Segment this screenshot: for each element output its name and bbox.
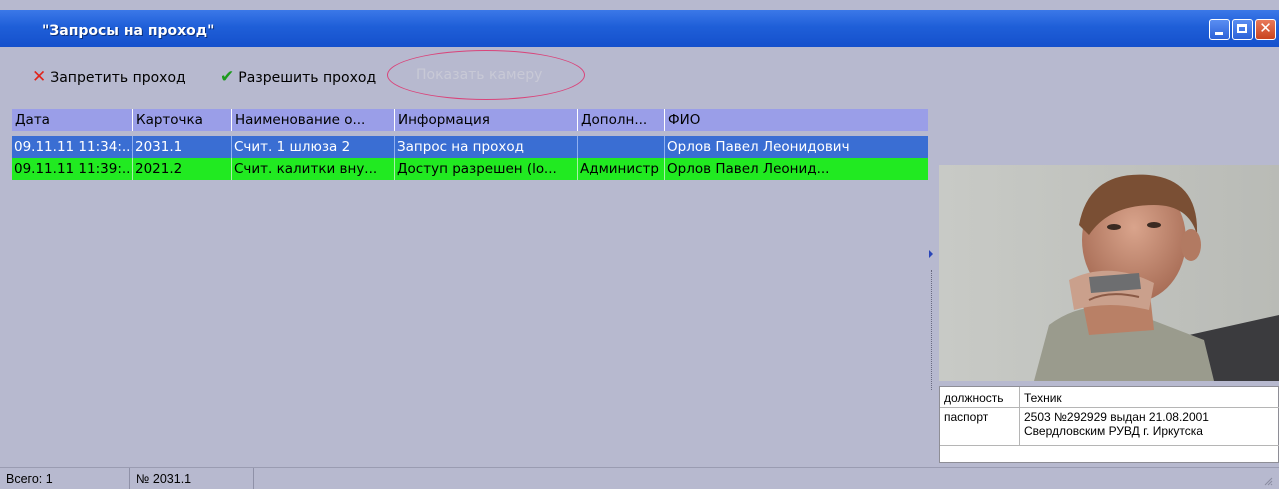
allow-pass-label: Разрешить проход (238, 70, 377, 86)
passport-value-line1: 2503 №292929 выдан 21.08.2001 (1024, 410, 1209, 424)
table-cell: 09.11.11 11:34:... (12, 136, 133, 158)
passport-value-line2: Свердловским РУВД г. Иркутска (1024, 424, 1203, 438)
show-camera-button[interactable]: Показать камеру (416, 67, 542, 83)
table-cell: 2031.1 (133, 136, 232, 158)
deny-pass-button[interactable]: ✕ Запретить проход (32, 67, 186, 87)
column-header[interactable]: Дополн... (578, 109, 665, 131)
table-cell: Запрос на проход (395, 136, 578, 158)
table-cell: Доступ разрешен (lo... (395, 158, 578, 180)
table-cell: Орлов Павел Леонидович (667, 139, 850, 155)
table-cell: Администр (578, 158, 665, 180)
person-panel: должность Техник паспорт 2503 №292929 вы… (939, 109, 1279, 467)
maximize-button[interactable] (1232, 19, 1253, 40)
status-bar: Всего: 1 № 2031.1 (0, 467, 1279, 489)
column-header[interactable]: Карточка (133, 109, 232, 131)
info-row-divider (940, 407, 1279, 408)
table-cell: 2021.2 (133, 158, 232, 180)
position-value: Техник (1024, 391, 1062, 405)
toolbar: ✕ Запретить проход ✔ Разрешить проход Пока… (0, 47, 1279, 105)
resize-grip-icon[interactable] (1263, 476, 1273, 486)
splitter-arrow-icon[interactable] (929, 250, 933, 258)
column-header[interactable]: Информация (395, 109, 578, 131)
passport-key: паспорт (944, 410, 989, 424)
requests-table: Дата Карточка Наименование о... Информац… (12, 109, 931, 464)
close-button[interactable]: ✕ (1255, 19, 1276, 40)
table-row[interactable]: 09.11.11 11:39:... 2021.2 Счит. калитки … (12, 158, 931, 180)
column-header[interactable]: ФИО (665, 109, 931, 131)
title-bar[interactable]: "Запросы на проход" ✕ (0, 10, 1279, 47)
info-divider (1019, 387, 1020, 445)
table-cell (578, 136, 665, 158)
allow-pass-button[interactable]: ✔ Разрешить проход (220, 67, 376, 87)
table-cell: 09.11.11 11:39:... (12, 158, 133, 180)
show-camera-label: Показать камеру (416, 67, 543, 83)
table-cell: Счит. 1 шлюза 2 (232, 136, 395, 158)
access-requests-window: "Запросы на проход" ✕ ✕ Запретить проход … (0, 0, 1279, 489)
table-header: Дата Карточка Наименование о... Информац… (12, 109, 931, 131)
table-cell: Счит. калитки вну... (232, 158, 395, 180)
deny-pass-label: Запретить проход (50, 70, 186, 86)
photo-image (939, 165, 1279, 381)
table-row[interactable]: 09.11.11 11:34:... 2031.1 Счит. 1 шлюза … (12, 136, 931, 158)
status-card: № 2031.1 (130, 468, 254, 489)
position-key: должность (944, 391, 1004, 405)
status-total: Всего: 1 (0, 468, 130, 489)
splitter-grip (931, 270, 934, 390)
cross-icon: ✕ (32, 67, 47, 87)
close-icon: ✕ (1259, 19, 1272, 37)
checkmark-icon: ✔ (220, 67, 235, 87)
column-header[interactable]: Наименование о... (232, 109, 395, 131)
info-row-divider (940, 445, 1279, 446)
person-info-table: должность Техник паспорт 2503 №292929 вы… (939, 386, 1279, 463)
window-title: "Запросы на проход" (42, 23, 215, 39)
column-header[interactable]: Дата (12, 109, 133, 131)
person-photo (939, 165, 1279, 381)
table-cell: Орлов Павел Леонид... (667, 161, 830, 177)
minimize-button[interactable] (1209, 19, 1230, 40)
